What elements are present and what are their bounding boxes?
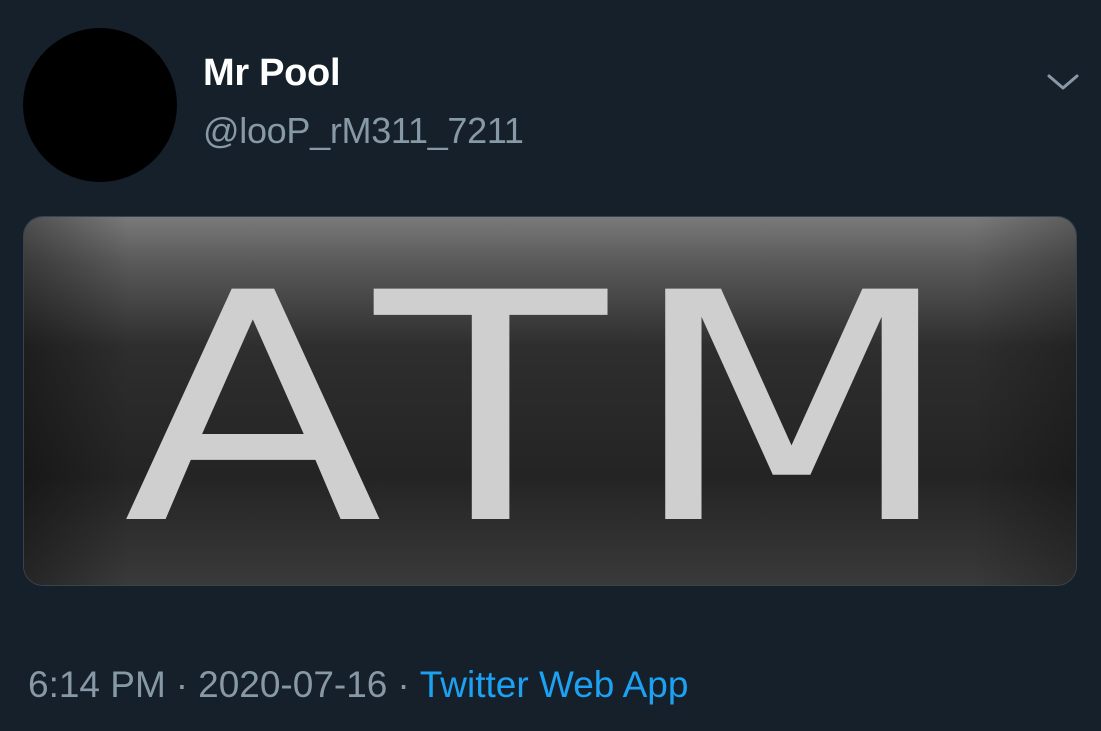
- tweet: Mr Pool @looP_rM311_7211 ATM 6:14 PM · 2…: [0, 0, 1101, 731]
- tweet-image[interactable]: ATM: [23, 216, 1077, 586]
- sign-text: ATM: [123, 226, 977, 586]
- tweet-time[interactable]: 6:14 PM: [28, 664, 166, 705]
- tweet-meta: 6:14 PM · 2020-07-16 · Twitter Web App: [28, 664, 688, 706]
- avatar[interactable]: [23, 28, 177, 182]
- meta-separator: ·: [397, 664, 410, 705]
- user-handle[interactable]: @looP_rM311_7211: [203, 110, 524, 152]
- chevron-down-icon[interactable]: [1043, 66, 1083, 96]
- meta-separator: ·: [175, 664, 189, 705]
- tweet-source-link[interactable]: Twitter Web App: [420, 664, 689, 705]
- display-name[interactable]: Mr Pool: [203, 52, 341, 95]
- tweet-date[interactable]: 2020-07-16: [198, 664, 387, 705]
